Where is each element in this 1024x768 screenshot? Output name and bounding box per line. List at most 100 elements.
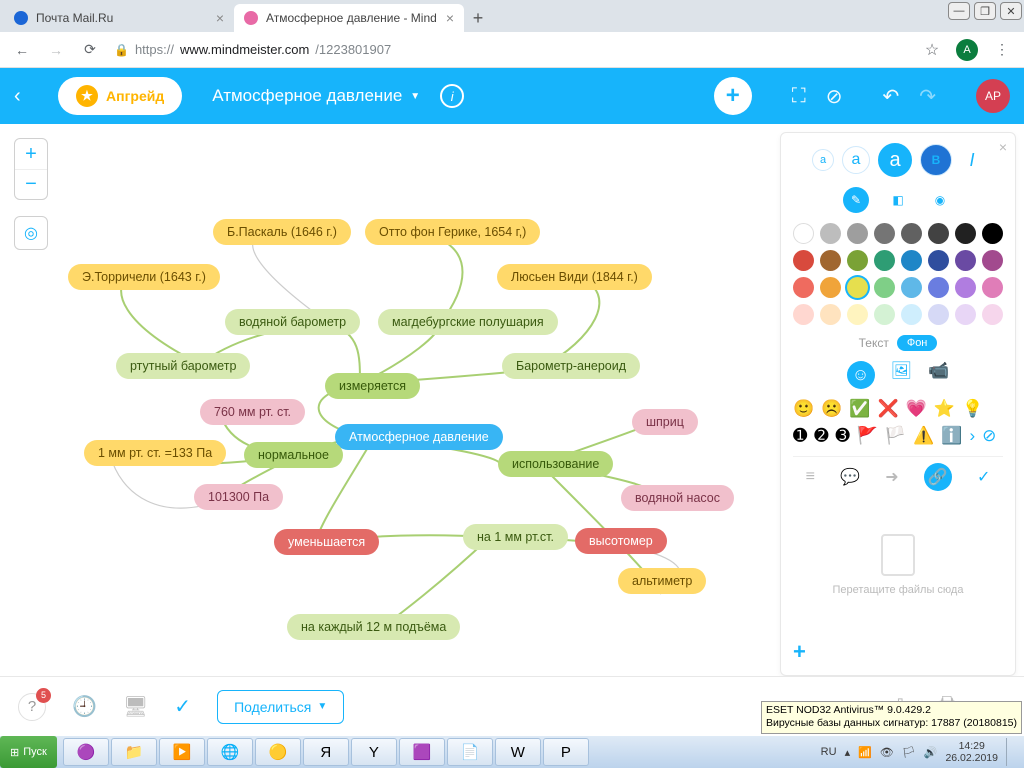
style-shape-icon[interactable]: ◧ <box>885 187 911 213</box>
color-swatch[interactable] <box>982 277 1003 298</box>
color-swatch[interactable] <box>955 223 976 244</box>
video-picker-icon[interactable]: 📹 <box>928 361 949 389</box>
tab-close-icon[interactable]: × <box>446 10 454 26</box>
node-vidie[interactable]: Люсьен Види (1844 г.) <box>497 264 652 290</box>
node-1mm-pa[interactable]: 1 мм рт. ст. =133 Па <box>84 440 226 466</box>
font-size-sm[interactable]: a <box>842 146 870 174</box>
locate-center-button[interactable]: ◎ <box>14 216 48 250</box>
priority-1-icon[interactable]: ➊ <box>793 426 807 446</box>
undo-icon[interactable]: ↶ <box>882 84 899 109</box>
star-icon[interactable]: ☆ <box>922 40 942 60</box>
color-swatch[interactable] <box>874 250 895 271</box>
color-swatch[interactable] <box>982 250 1003 271</box>
color-swatch[interactable] <box>955 250 976 271</box>
node-torricelli[interactable]: Э.Торричели (1643 г.) <box>68 264 220 290</box>
back-button[interactable]: ‹ <box>14 85 38 108</box>
emoji-picker-icon[interactable]: ☺ <box>847 361 875 389</box>
color-swatch[interactable] <box>793 304 814 325</box>
tray-chevron-icon[interactable]: ▴ <box>845 746 851 759</box>
new-tab-button[interactable]: + <box>464 4 492 32</box>
tab-close-icon[interactable]: × <box>216 10 224 26</box>
style-brush-icon[interactable]: ✎ <box>843 187 869 213</box>
share-button[interactable]: Поделиться ▼ <box>217 690 344 724</box>
taskbar-app-2[interactable]: 📁 <box>111 738 157 766</box>
color-swatch[interactable] <box>793 277 814 298</box>
flag-red-icon[interactable]: 🚩 <box>857 426 878 446</box>
priority-3-icon[interactable]: ➌ <box>836 426 850 446</box>
window-close-button[interactable]: ✕ <box>1000 2 1022 20</box>
task-tool-icon[interactable]: ✓ <box>977 467 990 487</box>
color-swatch[interactable] <box>820 223 841 244</box>
block-icon[interactable]: ⊘ <box>826 84 843 109</box>
warning-icon[interactable]: ⚠️ <box>913 426 934 446</box>
start-button[interactable]: ⊞ Пуск <box>0 736 57 768</box>
color-swatch[interactable] <box>847 250 868 271</box>
text-toggle-label[interactable]: Текст <box>859 336 889 350</box>
browser-tab-mailru[interactable]: Почта Mail.Ru × <box>4 4 234 32</box>
help-button[interactable]: ? 5 <box>18 693 46 721</box>
window-minimize-button[interactable]: — <box>948 2 970 20</box>
font-size-md[interactable]: a <box>878 143 912 177</box>
color-swatch[interactable] <box>928 304 949 325</box>
tray-clock[interactable]: 14:29 26.02.2019 <box>945 740 998 764</box>
node-aneroid[interactable]: Барометр-анероид <box>502 353 640 379</box>
emoji-idea-icon[interactable]: 💡 <box>962 399 983 419</box>
attach-tool-icon[interactable]: 🔗 <box>924 463 952 491</box>
emoji-cross-icon[interactable]: ❌ <box>878 399 899 419</box>
color-swatch[interactable] <box>820 250 841 271</box>
address-bar[interactable]: 🔒 https://www.mindmeister.com/1223801907 <box>114 42 908 57</box>
color-swatch[interactable] <box>793 223 814 244</box>
link-tool-icon[interactable]: ➜ <box>885 467 898 487</box>
node-altimeter[interactable]: альтиметр <box>618 568 706 594</box>
taskbar-app-chrome[interactable]: 🟡 <box>255 738 301 766</box>
browser-profile-avatar[interactable]: A <box>956 39 978 61</box>
present-icon[interactable]: 🖥 <box>123 694 148 719</box>
note-tool-icon[interactable]: ≡ <box>806 468 815 486</box>
node-water-pump[interactable]: водяной насос <box>621 485 734 511</box>
color-swatch[interactable] <box>901 277 922 298</box>
node-heightmeter[interactable]: высотомер <box>575 528 667 554</box>
taskbar-app-yandex1[interactable]: Я <box>303 738 349 766</box>
tray-lang[interactable]: RU <box>821 746 837 758</box>
bold-button[interactable]: В <box>920 144 952 176</box>
add-node-button[interactable]: + <box>714 77 752 115</box>
node-center[interactable]: Атмосферное давление <box>335 424 503 450</box>
color-swatch[interactable] <box>982 223 1003 244</box>
node-usage[interactable]: использование <box>498 451 613 477</box>
presentation-icon[interactable]: ⛶ <box>792 85 806 108</box>
node-decrease[interactable]: уменьшается <box>274 529 379 555</box>
color-swatch[interactable] <box>901 250 922 271</box>
color-swatch[interactable] <box>874 277 895 298</box>
taskbar-app-9[interactable]: 📄 <box>447 738 493 766</box>
color-swatch[interactable] <box>847 223 868 244</box>
color-swatch[interactable] <box>847 277 868 298</box>
nav-back-icon[interactable]: ← <box>12 42 32 58</box>
clear-emoji-icon[interactable]: ⊘ <box>982 426 996 446</box>
color-swatch[interactable] <box>820 277 841 298</box>
file-drop-area[interactable]: Перетащите файлы сюда <box>793 501 1003 629</box>
redo-icon[interactable]: ↷ <box>919 84 936 109</box>
taskbar-app-8[interactable]: 🟪 <box>399 738 445 766</box>
taskbar-app-yandex2[interactable]: Y <box>351 738 397 766</box>
taskbar-app-word[interactable]: W <box>495 738 541 766</box>
node-760mm[interactable]: 760 мм рт. ст. <box>200 399 305 425</box>
document-title-dropdown[interactable]: Атмосферное давление ▼ <box>212 86 420 106</box>
node-measured[interactable]: измеряется <box>325 373 420 399</box>
color-swatch[interactable] <box>928 277 949 298</box>
style-outline-icon[interactable]: ◉ <box>927 187 953 213</box>
taskbar-app-ppt[interactable]: P <box>543 738 589 766</box>
comment-tool-icon[interactable]: 💬 <box>840 467 860 487</box>
font-size-xs[interactable]: a <box>812 149 834 171</box>
upgrade-button[interactable]: ★ Апгрейд <box>58 77 182 115</box>
background-toggle-label[interactable]: Фон <box>897 335 938 351</box>
nav-reload-icon[interactable]: ⟳ <box>80 41 100 58</box>
color-swatch[interactable] <box>847 304 868 325</box>
color-swatch[interactable] <box>820 304 841 325</box>
color-swatch[interactable] <box>955 304 976 325</box>
italic-button[interactable]: I <box>960 150 984 171</box>
color-swatch[interactable] <box>982 304 1003 325</box>
tray-network-icon[interactable]: 📶 <box>858 746 872 759</box>
node-101300pa[interactable]: 101300 Па <box>194 484 283 510</box>
info-emoji-icon[interactable]: ℹ️ <box>941 426 962 446</box>
tray-flag-icon[interactable]: 🏳 <box>902 746 916 759</box>
